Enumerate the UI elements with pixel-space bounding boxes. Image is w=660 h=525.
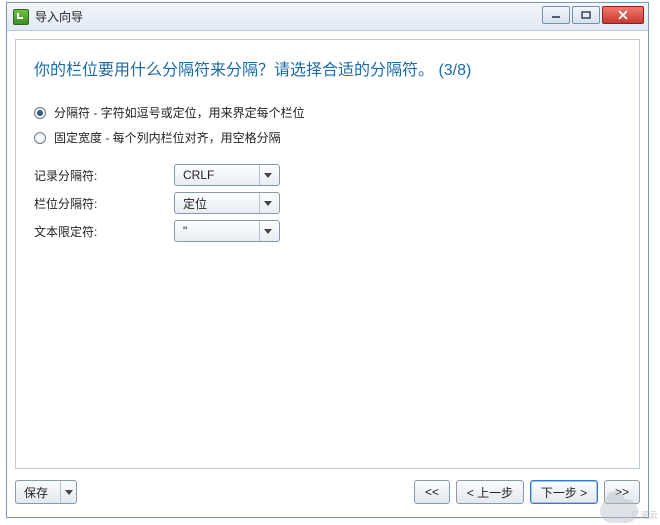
window-title: 导入向导 — [35, 8, 83, 25]
chevron-down-icon — [259, 165, 275, 185]
wizard-content: 你的栏位要用什么分隔符来分隔？请选择合适的分隔符。 (3/8) 分隔符 - 字符… — [15, 39, 640, 469]
window-controls — [542, 6, 644, 24]
chevron-down-icon — [60, 481, 76, 503]
radio-fixed-label: 固定宽度 - 每个列内栏位对齐，用空格分隔 — [54, 129, 281, 146]
radio-delimited[interactable]: 分隔符 - 字符如逗号或定位，用来界定每个栏位 — [34, 104, 621, 121]
next-button-label: 下一步 > — [541, 484, 587, 501]
row-field-separator: 栏位分隔符: 定位 — [34, 192, 621, 214]
maximize-button[interactable] — [572, 6, 600, 24]
radio-delimited-label: 分隔符 - 字符如逗号或定位，用来界定每个栏位 — [54, 104, 305, 121]
last-button[interactable]: >> — [604, 480, 640, 504]
first-button[interactable]: << — [414, 480, 450, 504]
label-text-qualifier: 文本限定符: — [34, 223, 174, 240]
label-record-separator: 记录分隔符: — [34, 167, 174, 184]
label-field-separator: 栏位分隔符: — [34, 195, 174, 212]
close-button[interactable] — [602, 6, 644, 24]
titlebar: 导入向导 — [7, 3, 648, 31]
radio-icon — [34, 132, 46, 144]
chevron-down-icon — [259, 221, 275, 241]
back-button-label: < 上一步 — [467, 484, 513, 501]
wizard-footer: 保存 << < 上一步 下一步 > >> — [15, 475, 640, 509]
combo-text-qualifier-value: " — [183, 224, 259, 238]
chevron-down-icon — [259, 193, 275, 213]
combo-record-separator[interactable]: CRLF — [174, 164, 280, 186]
radio-icon — [34, 107, 46, 119]
combo-field-separator[interactable]: 定位 — [174, 192, 280, 214]
radio-fixed-width[interactable]: 固定宽度 - 每个列内栏位对齐，用空格分隔 — [34, 129, 621, 146]
row-text-qualifier: 文本限定符: " — [34, 220, 621, 242]
combo-record-separator-value: CRLF — [183, 168, 259, 182]
save-button[interactable]: 保存 — [15, 480, 77, 504]
last-button-label: >> — [615, 485, 629, 499]
combo-text-qualifier[interactable]: " — [174, 220, 280, 242]
first-button-label: << — [425, 485, 439, 499]
combo-field-separator-value: 定位 — [183, 195, 259, 212]
back-button[interactable]: < 上一步 — [456, 480, 524, 504]
page-heading: 你的栏位要用什么分隔符来分隔？请选择合适的分隔符。 (3/8) — [34, 56, 621, 80]
delimiter-settings: 记录分隔符: CRLF 栏位分隔符: 定位 文本限定符: — [34, 164, 621, 242]
wizard-window: 导入向导 你的栏位要用什么分隔符来分隔？请选择合适的分隔符。 (3/8) 分隔符… — [6, 2, 649, 518]
import-icon — [13, 9, 29, 25]
row-record-separator: 记录分隔符: CRLF — [34, 164, 621, 186]
minimize-button[interactable] — [542, 6, 570, 24]
next-button[interactable]: 下一步 > — [530, 480, 598, 504]
save-button-label: 保存 — [16, 484, 60, 501]
